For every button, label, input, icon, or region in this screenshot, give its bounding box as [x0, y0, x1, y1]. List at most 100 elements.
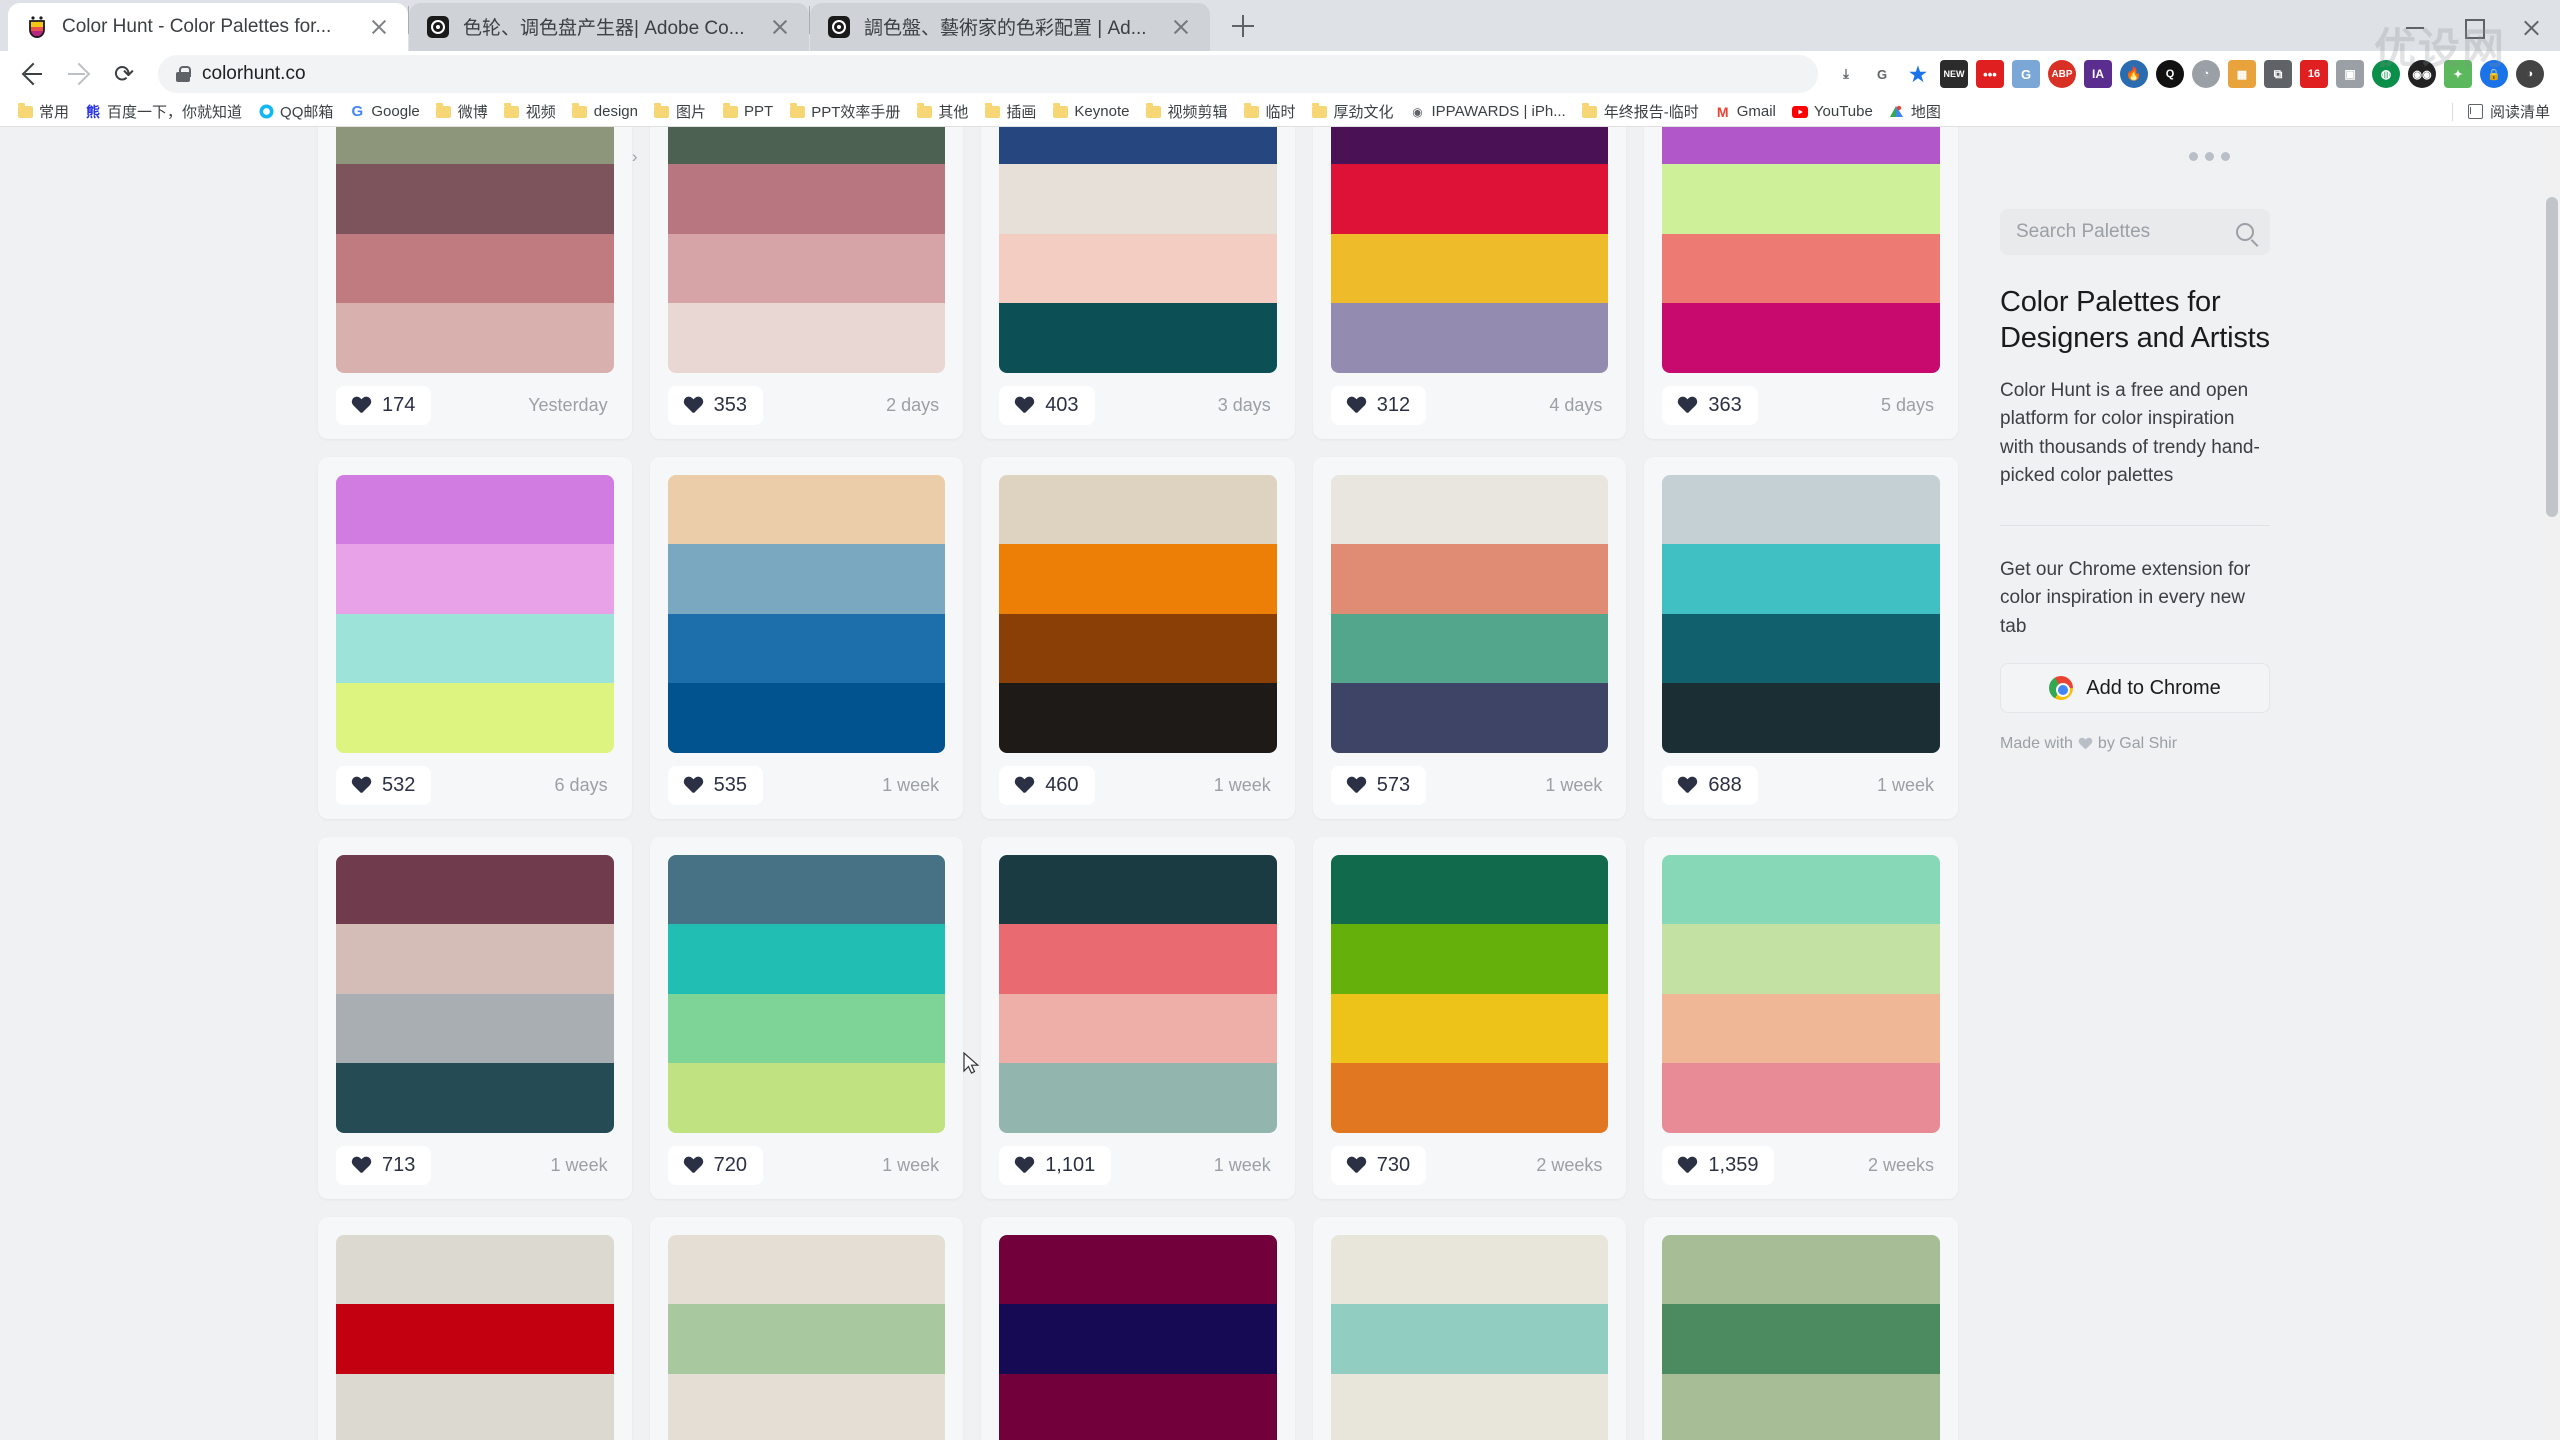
palette-swatches[interactable] [336, 474, 614, 753]
address-bar[interactable]: colorhunt.co [158, 55, 1818, 94]
color-swatch[interactable] [1330, 854, 1609, 925]
reading-list-button[interactable]: 阅读清单 [2444, 101, 2550, 122]
color-swatch[interactable] [667, 303, 946, 373]
fire-icon[interactable]: 🔥 [2120, 60, 2148, 89]
bookmark-item[interactable]: design [565, 100, 645, 123]
color-swatch[interactable] [336, 544, 614, 614]
download-icon[interactable]: ⤓ [1832, 60, 1860, 88]
color-swatch[interactable] [667, 1304, 946, 1374]
palette-card[interactable]: 713 1 week [318, 836, 632, 1199]
bookmark-item[interactable]: 常用 [10, 98, 76, 125]
back-arrow-icon[interactable] [12, 54, 52, 94]
palette-swatches[interactable] [336, 126, 614, 373]
close-icon[interactable] [1168, 14, 1194, 40]
color-swatch[interactable] [999, 474, 1277, 545]
like-button[interactable]: 1,101 [999, 1146, 1112, 1186]
palette-card[interactable]: 532 6 days [318, 456, 632, 819]
color-swatch[interactable] [336, 164, 614, 234]
color-swatch[interactable] [336, 613, 614, 684]
tab-adobe-color-2[interactable]: 調色盤、藝術家的色彩配置 | Ad... [810, 2, 1210, 51]
palette-card[interactable]: 363 5 days [1644, 126, 1958, 439]
color-swatch[interactable] [667, 544, 946, 614]
palette-swatches[interactable] [999, 1234, 1277, 1440]
color-swatch[interactable] [1662, 683, 1940, 753]
adblock-icon[interactable]: ABP [2048, 60, 2076, 89]
color-swatch[interactable] [1662, 126, 1940, 165]
bookmark-item[interactable]: 熊百度一下，你就知道 [78, 98, 249, 125]
bookmark-star-icon[interactable]: ★ [1904, 60, 1932, 88]
color-swatch[interactable] [999, 233, 1277, 304]
palette-card[interactable]: 353 2 days [649, 126, 964, 439]
color-swatch[interactable] [1662, 1304, 1940, 1374]
palette-card[interactable] [1644, 1216, 1958, 1440]
color-swatch[interactable] [336, 126, 614, 165]
color-swatch[interactable] [1330, 613, 1609, 684]
color-swatch[interactable] [999, 303, 1277, 373]
palette-swatches[interactable] [667, 1234, 946, 1440]
palette-card[interactable]: 720 1 week [649, 836, 964, 1199]
like-button[interactable]: 460 [999, 766, 1095, 806]
bookmark-item[interactable]: PPT效率手册 [782, 98, 907, 125]
palette-card[interactable]: 174 Yesterday [318, 126, 632, 439]
more-options-icon[interactable] [2189, 152, 2230, 162]
bookmark-item[interactable]: ◉ IPPAWARDS | iPh... [1403, 100, 1573, 123]
minimize-icon[interactable] [2386, 0, 2444, 56]
like-button[interactable]: 363 [1662, 386, 1758, 426]
palette-swatches[interactable] [1662, 854, 1940, 1133]
color-swatch[interactable] [667, 1234, 946, 1305]
palette-swatches[interactable] [1330, 474, 1609, 753]
bookmark-item[interactable]: Keynote [1045, 100, 1136, 123]
color-swatch[interactable] [999, 126, 1277, 165]
ia-icon[interactable]: IA [2084, 60, 2112, 89]
color-swatch[interactable] [1662, 303, 1940, 373]
add-to-chrome-button[interactable]: Add to Chrome [2000, 663, 2270, 714]
palette-card[interactable] [649, 1216, 964, 1440]
color-swatch[interactable] [1330, 683, 1609, 753]
bookmark-item[interactable]: 年终报告-临时 [1575, 98, 1706, 125]
palette-card[interactable]: 1,101 1 week [981, 836, 1295, 1199]
color-swatch[interactable] [667, 164, 946, 234]
color-swatch[interactable] [1662, 1234, 1940, 1305]
palette-card[interactable]: 403 3 days [981, 126, 1295, 439]
palette-swatches[interactable] [336, 1234, 614, 1440]
color-swatch[interactable] [999, 544, 1277, 614]
maximize-icon[interactable] [2444, 0, 2502, 56]
palette-card[interactable]: 1,359 2 weeks [1644, 836, 1958, 1199]
forward-arrow-icon[interactable] [58, 54, 98, 94]
like-button[interactable]: 730 [1330, 1146, 1427, 1186]
profile-icon[interactable]: ◑ [2516, 60, 2544, 89]
color-swatch[interactable] [1330, 544, 1609, 614]
palette-swatches[interactable] [999, 474, 1277, 753]
color-swatch[interactable] [1662, 164, 1940, 234]
grid-icon[interactable]: ▦ [2228, 60, 2256, 89]
palette-swatches[interactable] [999, 854, 1277, 1133]
color-swatch[interactable] [1662, 233, 1940, 304]
color-swatch[interactable] [999, 683, 1277, 753]
color-swatch[interactable] [336, 683, 614, 753]
palette-swatches[interactable] [1330, 126, 1609, 373]
palette-swatches[interactable] [999, 126, 1277, 373]
color-swatch[interactable] [999, 1373, 1277, 1440]
color-swatch[interactable] [999, 1063, 1277, 1133]
color-swatch[interactable] [667, 993, 946, 1064]
color-swatch[interactable] [1330, 924, 1609, 994]
color-swatch[interactable] [667, 854, 946, 925]
bookmark-item[interactable]: PPT [715, 100, 780, 123]
bookmark-item[interactable]: QQ邮箱 [251, 98, 340, 125]
color-swatch[interactable] [667, 924, 946, 994]
close-icon[interactable] [2502, 0, 2560, 56]
color-swatch[interactable] [1330, 474, 1609, 545]
color-swatch[interactable] [667, 474, 946, 545]
xmind-icon[interactable]: ✦ [2444, 60, 2472, 89]
color-swatch[interactable] [336, 854, 614, 925]
color-swatch[interactable] [999, 854, 1277, 925]
palette-card[interactable]: 573 1 week [1312, 456, 1627, 819]
like-button[interactable]: 688 [1662, 766, 1758, 806]
color-swatch[interactable] [1330, 126, 1609, 165]
color-swatch[interactable] [336, 1234, 614, 1305]
color-swatch[interactable] [1330, 164, 1609, 234]
color-swatch[interactable] [1330, 1234, 1609, 1305]
color-swatch[interactable] [1662, 613, 1940, 684]
bookmark-item[interactable]: YouTube [1785, 100, 1880, 123]
puzzle-icon[interactable]: ⧉ [2264, 60, 2292, 89]
